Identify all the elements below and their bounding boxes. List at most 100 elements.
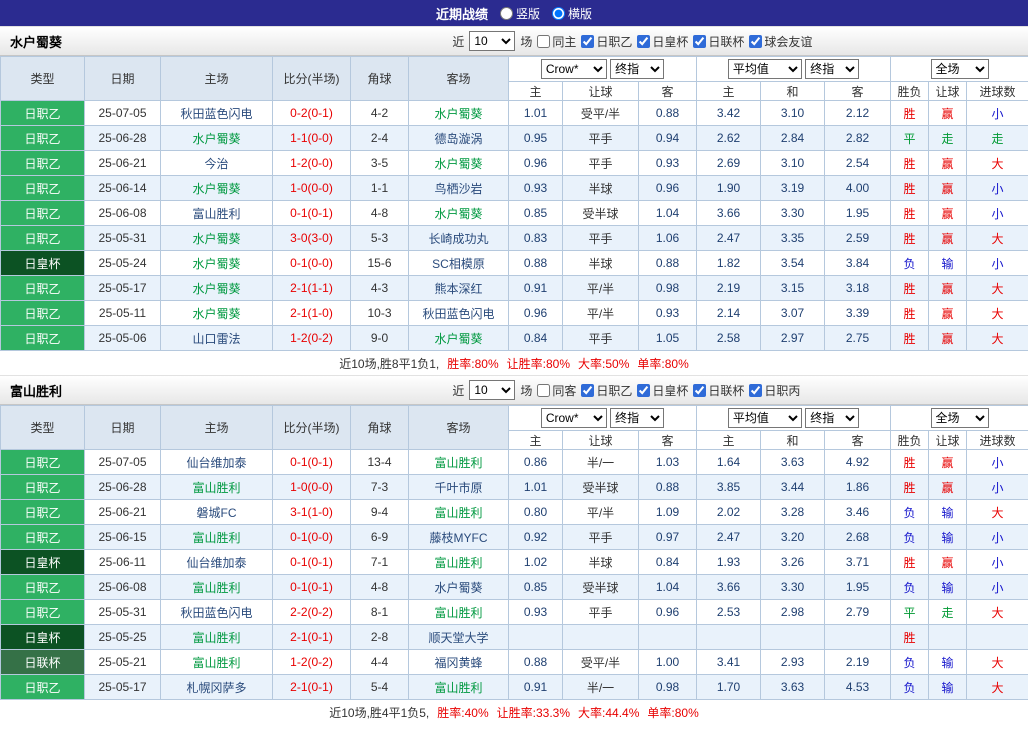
odds-home — [508, 624, 563, 650]
same-venue-checkbox[interactable] — [537, 34, 551, 48]
league-filter-checkbox-label[interactable]: 日职丙 — [749, 382, 800, 399]
league-filter-checkbox-label[interactable]: 日皇杯 — [637, 382, 688, 399]
away-team-link[interactable]: 熊本深红 — [408, 275, 509, 301]
match-count-select[interactable]: 10 — [469, 31, 516, 51]
home-team-link[interactable]: 今治 — [160, 150, 273, 176]
away-team-link[interactable]: 顺天堂大学 — [408, 624, 509, 650]
away-team-link[interactable]: 富山胜利 — [408, 499, 509, 525]
league-badge: 日职乙 — [0, 125, 85, 151]
league-filter-checkbox[interactable] — [693, 383, 707, 397]
away-team-link[interactable]: SC相模原 — [408, 250, 509, 276]
league-filter-checkbox[interactable] — [749, 383, 763, 397]
vertical-layout-radio-label[interactable]: 竖版 — [499, 5, 540, 22]
home-team-link[interactable]: 富山胜利 — [160, 574, 273, 600]
league-filter-checkbox[interactable] — [749, 34, 763, 48]
league-filter-checkbox[interactable] — [581, 383, 595, 397]
away-team-link[interactable]: 水户蜀葵 — [408, 574, 509, 600]
home-team-link[interactable]: 仙台维加泰 — [160, 449, 273, 475]
handicap-result-cell: 赢 — [928, 300, 968, 326]
handicap-line: 受平/半 — [562, 100, 639, 126]
odds-stage-select[interactable]: 终指 — [610, 59, 665, 79]
away-team-link[interactable]: 水户蜀葵 — [408, 200, 509, 226]
away-team-link[interactable]: 富山胜利 — [408, 549, 509, 575]
home-team-link[interactable]: 水户蜀葵 — [160, 125, 273, 151]
away-team-link[interactable]: 鸟栖沙岩 — [408, 175, 509, 201]
avg-odds-away: 3.46 — [823, 499, 892, 525]
home-team-link[interactable]: 水户蜀葵 — [160, 175, 273, 201]
odds-home: 0.88 — [508, 649, 563, 675]
column-header-avg-draw: 和 — [760, 430, 825, 450]
away-team-link[interactable]: 水户蜀葵 — [408, 325, 509, 351]
section-header: 富山胜利 近 10 场 同客 日职乙 日皇杯 日联杯 日职丙 — [0, 375, 1028, 405]
away-team-link[interactable]: 福冈黄蜂 — [408, 649, 509, 675]
result-cell: 胜 — [890, 200, 930, 226]
away-team-link[interactable]: 德岛漩涡 — [408, 125, 509, 151]
same-venue-checkbox[interactable] — [537, 383, 551, 397]
avg-odds-home: 2.47 — [696, 524, 761, 550]
league-filter-checkbox[interactable] — [581, 34, 595, 48]
home-team-link[interactable]: 水户蜀葵 — [160, 275, 273, 301]
home-team-link[interactable]: 富山胜利 — [160, 200, 273, 226]
league-filter-checkbox[interactable] — [637, 34, 651, 48]
average-stage-select[interactable]: 终指 — [805, 59, 860, 79]
league-filter-checkbox-label[interactable]: 球会友谊 — [749, 33, 812, 50]
home-team-link[interactable]: 磐城FC — [160, 499, 273, 525]
home-team-link[interactable]: 富山胜利 — [160, 474, 273, 500]
away-team-link[interactable]: 藤枝MYFC — [408, 524, 509, 550]
summary-record: 近10场,胜8平1负1, — [339, 356, 440, 371]
league-filter-checkbox-label[interactable]: 日职乙 — [581, 382, 632, 399]
away-team-link[interactable]: 水户蜀葵 — [408, 100, 509, 126]
odds-company-select[interactable]: Crow* — [540, 59, 607, 79]
match-row: 日职乙 25-05-17 水户蜀葵 2-1(1-1) 4-3 熊本深红 0.91… — [0, 275, 1028, 301]
away-team-link[interactable]: 富山胜利 — [408, 674, 509, 700]
home-team-link[interactable]: 秋田蓝色闪电 — [160, 599, 273, 625]
home-team-link[interactable]: 札幌冈萨多 — [160, 674, 273, 700]
goals-result-cell: 小 — [966, 449, 1028, 475]
average-stage-select[interactable]: 终指 — [805, 408, 860, 428]
league-filter-checkbox-label[interactable]: 日职乙 — [581, 33, 632, 50]
score: 0-1(0-1) — [272, 449, 351, 475]
home-team-link[interactable]: 水户蜀葵 — [160, 225, 273, 251]
away-team-link[interactable]: 千叶市原 — [408, 474, 509, 500]
home-team-link[interactable]: 仙台维加泰 — [160, 549, 273, 575]
same-venue-checkbox-label[interactable]: 同主 — [537, 33, 576, 50]
league-badge: 日职乙 — [0, 100, 85, 126]
odds-company-select[interactable]: Crow* — [540, 408, 607, 428]
handicap-line: 受平/半 — [562, 649, 639, 675]
home-team-link[interactable]: 富山胜利 — [160, 624, 273, 650]
handicap-line: 受半球 — [562, 474, 639, 500]
home-team-link[interactable]: 山口雷法 — [160, 325, 273, 351]
league-badge: 日职乙 — [0, 150, 85, 176]
score: 2-1(0-1) — [272, 624, 351, 650]
horizontal-layout-radio[interactable] — [552, 6, 565, 20]
home-team-link[interactable]: 水户蜀葵 — [160, 250, 273, 276]
corner-score: 8-1 — [350, 599, 409, 625]
period-select[interactable]: 全场 — [930, 59, 989, 79]
average-select[interactable]: 平均值 — [727, 408, 802, 428]
home-team-link[interactable]: 秋田蓝色闪电 — [160, 100, 273, 126]
away-team-link[interactable]: 长崎成功丸 — [408, 225, 509, 251]
league-filter-checkbox-label[interactable]: 日皇杯 — [637, 33, 688, 50]
league-filter-checkbox[interactable] — [693, 34, 707, 48]
avg-odds-away: 4.92 — [823, 449, 892, 475]
horizontal-layout-radio-label[interactable]: 横版 — [552, 5, 592, 22]
home-team-link[interactable]: 水户蜀葵 — [160, 300, 273, 326]
away-team-link[interactable]: 富山胜利 — [408, 599, 509, 625]
league-filter-checkbox-label[interactable]: 日联杯 — [693, 382, 744, 399]
same-venue-checkbox-label[interactable]: 同客 — [537, 382, 576, 399]
league-filter-checkbox-label[interactable]: 日联杯 — [693, 33, 744, 50]
away-team-link[interactable]: 富山胜利 — [408, 449, 509, 475]
period-select[interactable]: 全场 — [930, 408, 989, 428]
odds-away: 0.96 — [638, 599, 697, 625]
league-filter-checkbox[interactable] — [637, 383, 651, 397]
period-select-cell: 全场 — [890, 405, 1028, 431]
handicap-line: 半球 — [562, 549, 639, 575]
home-team-link[interactable]: 富山胜利 — [160, 649, 273, 675]
away-team-link[interactable]: 秋田蓝色闪电 — [408, 300, 509, 326]
away-team-link[interactable]: 水户蜀葵 — [408, 150, 509, 176]
odds-stage-select[interactable]: 终指 — [610, 408, 665, 428]
average-select[interactable]: 平均值 — [727, 59, 802, 79]
match-count-select[interactable]: 10 — [469, 380, 516, 400]
home-team-link[interactable]: 富山胜利 — [160, 524, 273, 550]
vertical-layout-radio[interactable] — [499, 6, 513, 20]
